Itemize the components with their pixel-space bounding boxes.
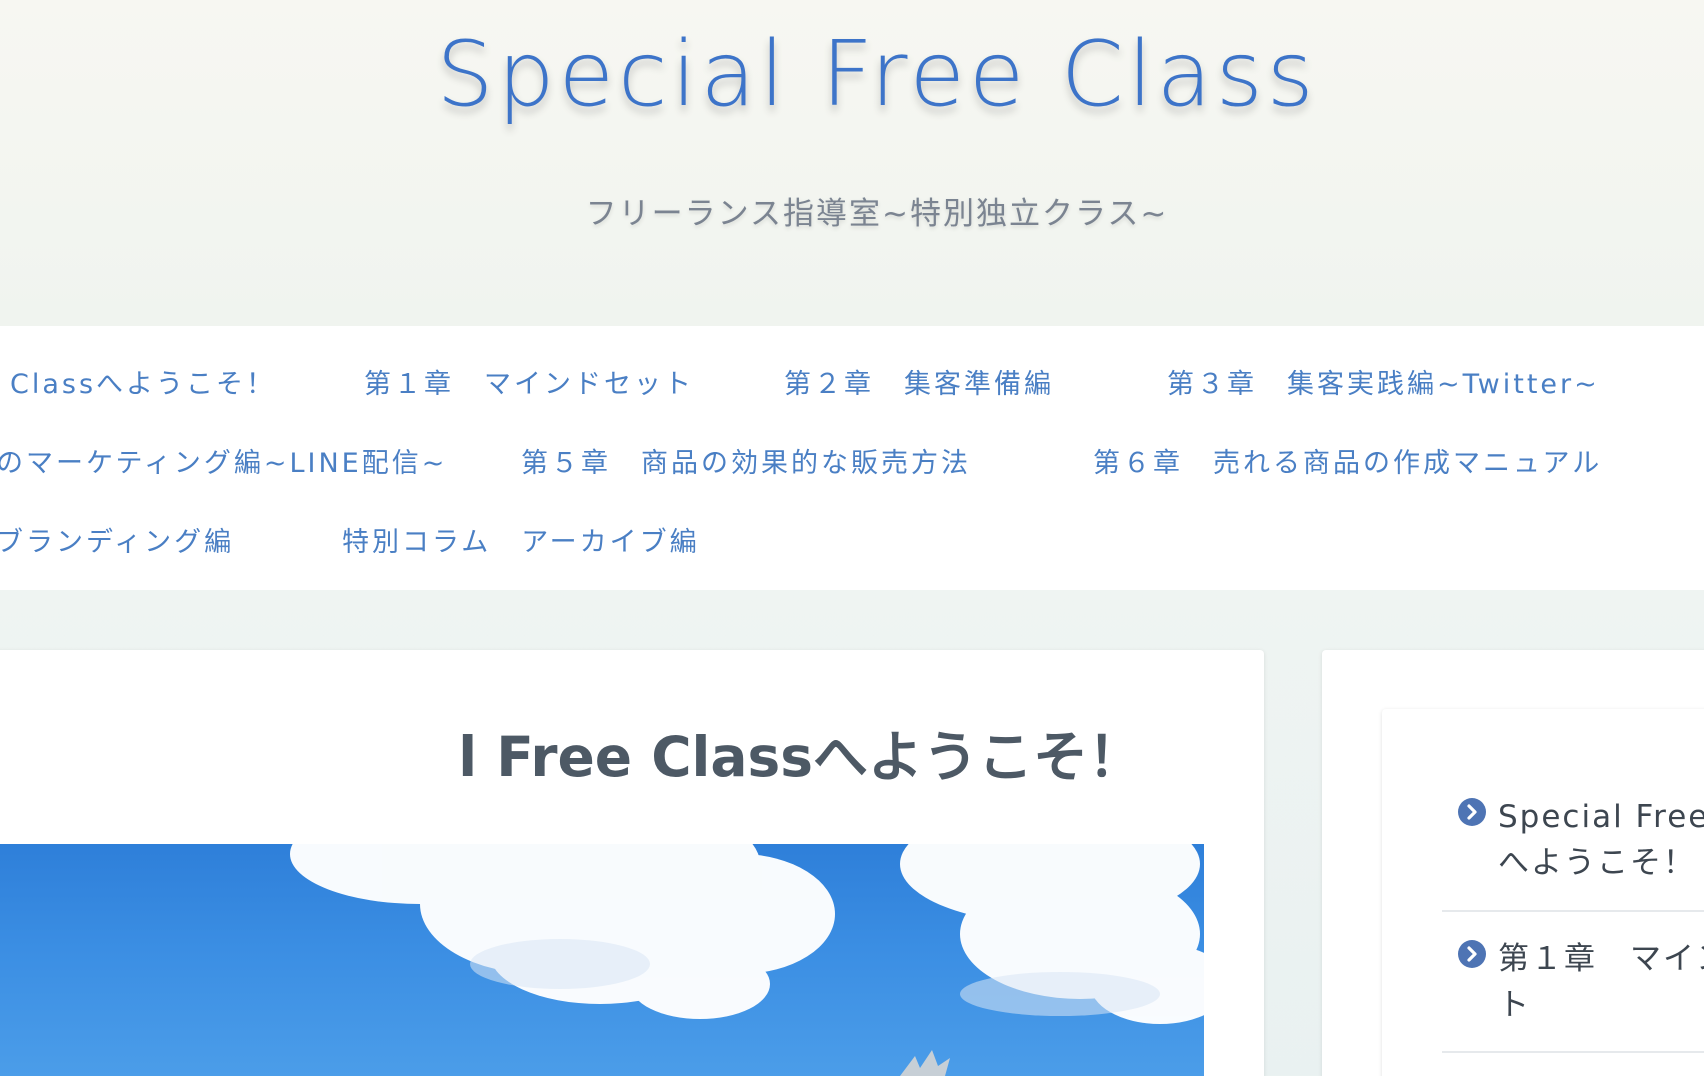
sidebar-divider <box>1442 1051 1704 1053</box>
sidebar-item-label: 第１章 マイン ト <box>1498 941 1704 1023</box>
sidebar-item-label: Special Free へようこそ！ <box>1498 799 1704 881</box>
site-header: Special Free Class フリーランス指導室~特別独立クラス~ <box>0 0 1704 326</box>
nav-item-column-archive[interactable]: 特別コラム アーカイブ編 <box>342 520 700 559</box>
nav-item-chapter-2[interactable]: 第２章 集客準備編 <box>784 362 1054 401</box>
nav-item-chapter-4[interactable]: のマーケティング編~LINE配信~ <box>0 441 447 480</box>
sidebar-item-chapter-1[interactable]: 第１章 マイン ト <box>1458 936 1704 1046</box>
chevron-right-circle-icon <box>1458 940 1486 968</box>
site-subtitle: フリーランス指導室~特別独立クラス~ <box>585 196 1169 232</box>
nav-item-welcome[interactable]: Classへようこそ！ <box>10 362 276 401</box>
post-title: l Free Classへようこそ！ <box>458 725 1143 789</box>
chevron-right-circle-icon <box>1458 798 1486 826</box>
nav-item-branding[interactable]: ブランディング編 <box>0 520 234 559</box>
nav-item-chapter-6[interactable]: 第６章 売れる商品の作成マニュアル <box>1093 441 1602 480</box>
hero-image <box>0 844 1204 1076</box>
nav-item-chapter-1[interactable]: 第１章 マインドセット <box>364 362 694 401</box>
nav-item-chapter-3[interactable]: 第３章 集客実践編~Twitter~ <box>1167 362 1600 401</box>
sky-clouds-image <box>290 844 1204 1076</box>
site-title[interactable]: Special Free Class <box>0 22 1704 127</box>
global-nav: Classへようこそ！ 第１章 マインドセット 第２章 集客準備編 第３章 集客… <box>0 326 1704 590</box>
sidebar-item-welcome[interactable]: Special Free へようこそ！ <box>1458 794 1704 904</box>
nav-item-chapter-5[interactable]: 第５章 商品の効果的な販売方法 <box>521 441 971 480</box>
sidebar-divider <box>1442 910 1704 912</box>
